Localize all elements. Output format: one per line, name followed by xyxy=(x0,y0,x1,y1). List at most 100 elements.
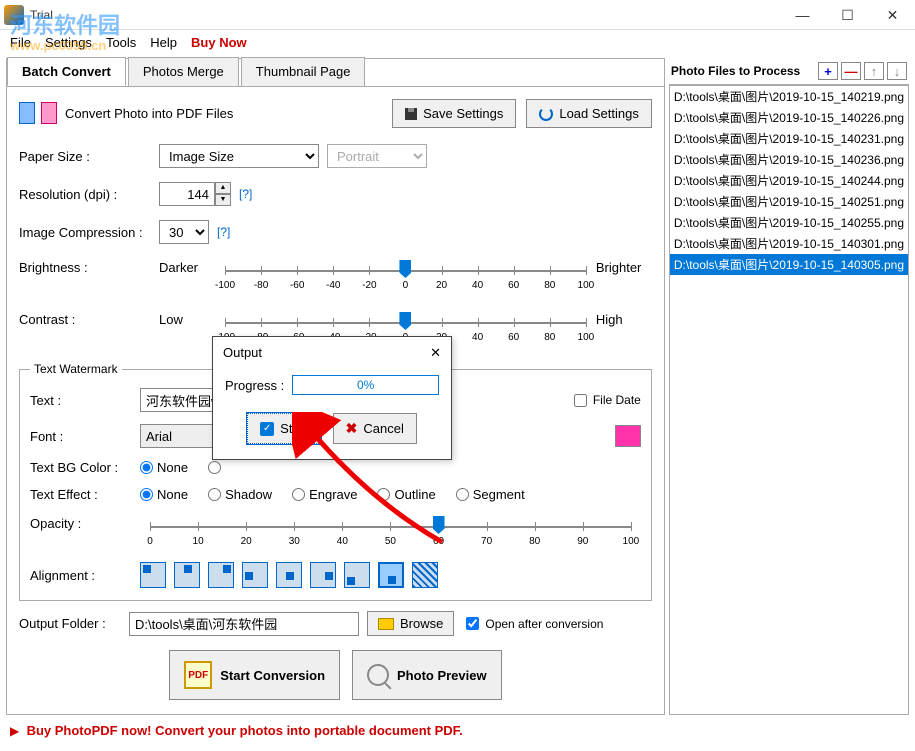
wm-font-label: Font : xyxy=(30,429,140,444)
wm-text-label: Text : xyxy=(30,393,140,408)
check-icon: ✓ xyxy=(260,422,274,436)
footer: ▶ Buy PhotoPDF now! Convert your photos … xyxy=(0,719,915,745)
brightness-label: Brightness : xyxy=(19,258,159,275)
contrast-left: Low xyxy=(159,310,215,327)
orientation-select[interactable]: Portrait xyxy=(327,144,427,168)
footer-text[interactable]: Buy PhotoPDF now! Convert your photos in… xyxy=(27,723,463,738)
output-dialog: Output ✕ Progress : 0% ✓ Start ✖ Cancel xyxy=(212,336,452,460)
reload-icon xyxy=(539,107,553,121)
tab-thumbnail-page[interactable]: Thumbnail Page xyxy=(241,57,366,86)
pdf-icon: PDF xyxy=(184,661,212,689)
align-mc[interactable] xyxy=(276,562,302,588)
move-up-button[interactable]: ↑ xyxy=(864,62,884,80)
paper-size-select[interactable]: Image Size xyxy=(159,144,319,168)
resolution-up[interactable]: ▲ xyxy=(215,182,231,194)
brightness-right: Brighter xyxy=(596,258,652,275)
effect-segment[interactable]: Segment xyxy=(456,487,525,502)
output-folder-label: Output Folder : xyxy=(19,616,129,631)
contrast-label: Contrast : xyxy=(19,310,159,327)
align-tl[interactable] xyxy=(140,562,166,588)
convert-label: Convert Photo into PDF Files xyxy=(65,106,233,121)
effect-shadow[interactable]: Shadow xyxy=(208,487,272,502)
dialog-close-button[interactable]: ✕ xyxy=(430,345,441,361)
maximize-button[interactable]: ☐ xyxy=(825,0,870,30)
dialog-cancel-button[interactable]: ✖ Cancel xyxy=(333,413,417,444)
magnifier-icon xyxy=(367,664,389,686)
effect-engrave[interactable]: Engrave xyxy=(292,487,357,502)
align-mr[interactable] xyxy=(310,562,336,588)
compression-help[interactable]: [?] xyxy=(217,225,230,239)
file-list[interactable]: D:\tools\桌面\图片\2019-10-15_140219.pngD:\t… xyxy=(669,85,909,715)
menu-tools[interactable]: Tools xyxy=(106,35,136,50)
brightness-slider[interactable]: -100-80-60-40-20020406080100 xyxy=(215,258,596,300)
convert-icon xyxy=(19,100,57,128)
start-conversion-button[interactable]: PDF Start Conversion xyxy=(169,650,340,700)
align-tr[interactable] xyxy=(208,562,234,588)
dialog-start-button[interactable]: ✓ Start xyxy=(247,413,320,444)
titlebar: Trial — ☐ ✕ xyxy=(0,0,915,30)
tab-photos-merge[interactable]: Photos Merge xyxy=(128,57,239,86)
list-item[interactable]: D:\tools\桌面\图片\2019-10-15_140305.png xyxy=(670,254,908,275)
list-item[interactable]: D:\tools\桌面\图片\2019-10-15_140251.png xyxy=(670,191,908,212)
browse-button[interactable]: Browse xyxy=(367,611,454,636)
resolution-input[interactable] xyxy=(159,182,215,206)
close-button[interactable]: ✕ xyxy=(870,0,915,30)
list-item[interactable]: D:\tools\桌面\图片\2019-10-15_140231.png xyxy=(670,128,908,149)
load-settings-button[interactable]: Load Settings xyxy=(526,99,652,128)
list-item[interactable]: D:\tools\桌面\图片\2019-10-15_140219.png xyxy=(670,86,908,107)
list-item[interactable]: D:\tools\桌面\图片\2019-10-15_140255.png xyxy=(670,212,908,233)
align-tile[interactable] xyxy=(412,562,438,588)
menu-settings[interactable]: Settings xyxy=(45,35,92,50)
save-settings-button[interactable]: Save Settings xyxy=(392,99,516,128)
align-bl[interactable] xyxy=(344,562,370,588)
move-down-button[interactable]: ↓ xyxy=(887,62,907,80)
file-date-checkbox[interactable]: File Date xyxy=(574,393,641,407)
brightness-left: Darker xyxy=(159,258,215,275)
effect-outline[interactable]: Outline xyxy=(377,487,435,502)
list-item[interactable]: D:\tools\桌面\图片\2019-10-15_140301.png xyxy=(670,233,908,254)
list-item[interactable]: D:\tools\桌面\图片\2019-10-15_140244.png xyxy=(670,170,908,191)
wm-color-swatch[interactable] xyxy=(615,425,641,447)
right-panel: Photo Files to Process + — ↑ ↓ D:\tools\… xyxy=(669,58,909,715)
align-tc[interactable] xyxy=(174,562,200,588)
disk-icon xyxy=(405,108,417,120)
footer-arrow-icon: ▶ xyxy=(10,724,19,738)
list-item[interactable]: D:\tools\桌面\图片\2019-10-15_140226.png xyxy=(670,107,908,128)
files-title: Photo Files to Process xyxy=(671,64,815,78)
tab-batch-convert[interactable]: Batch Convert xyxy=(7,57,126,86)
effect-none[interactable]: None xyxy=(140,487,188,502)
align-bc[interactable] xyxy=(378,562,404,588)
watermark-legend: Text Watermark xyxy=(30,362,122,376)
wm-bg-color[interactable] xyxy=(208,461,221,474)
add-file-button[interactable]: + xyxy=(818,62,838,80)
resolution-help[interactable]: [?] xyxy=(239,187,252,201)
open-after-checkbox[interactable]: Open after conversion xyxy=(466,617,603,631)
menu-buynow[interactable]: Buy Now xyxy=(191,35,247,50)
photo-preview-button[interactable]: Photo Preview xyxy=(352,650,502,700)
output-folder-input[interactable] xyxy=(129,612,359,636)
alignment-label: Alignment : xyxy=(30,568,140,583)
window-title: Trial xyxy=(30,8,53,22)
align-ml[interactable] xyxy=(242,562,268,588)
folder-icon xyxy=(378,618,394,630)
wm-bg-label: Text BG Color : xyxy=(30,460,140,475)
paper-size-label: Paper Size : xyxy=(19,149,159,164)
compression-label: Image Compression : xyxy=(19,225,159,240)
resolution-label: Resolution (dpi) : xyxy=(19,187,159,202)
list-item[interactable]: D:\tools\桌面\图片\2019-10-15_140236.png xyxy=(670,149,908,170)
wm-effect-label: Text Effect : xyxy=(30,487,140,502)
dialog-title: Output xyxy=(223,345,262,361)
remove-file-button[interactable]: — xyxy=(841,62,861,80)
compression-select[interactable]: 30 xyxy=(159,220,209,244)
resolution-down[interactable]: ▼ xyxy=(215,194,231,206)
menu-file[interactable]: File xyxy=(10,35,31,50)
x-icon: ✖ xyxy=(346,420,358,437)
minimize-button[interactable]: — xyxy=(780,0,825,30)
menu-help[interactable]: Help xyxy=(150,35,177,50)
opacity-slider[interactable]: 0102030405060708090100 xyxy=(140,514,641,556)
contrast-right: High xyxy=(596,310,652,327)
opacity-label: Opacity : xyxy=(30,514,140,531)
app-icon xyxy=(4,5,24,25)
progress-bar: 0% xyxy=(292,375,439,395)
wm-bg-none[interactable]: None xyxy=(140,460,188,475)
